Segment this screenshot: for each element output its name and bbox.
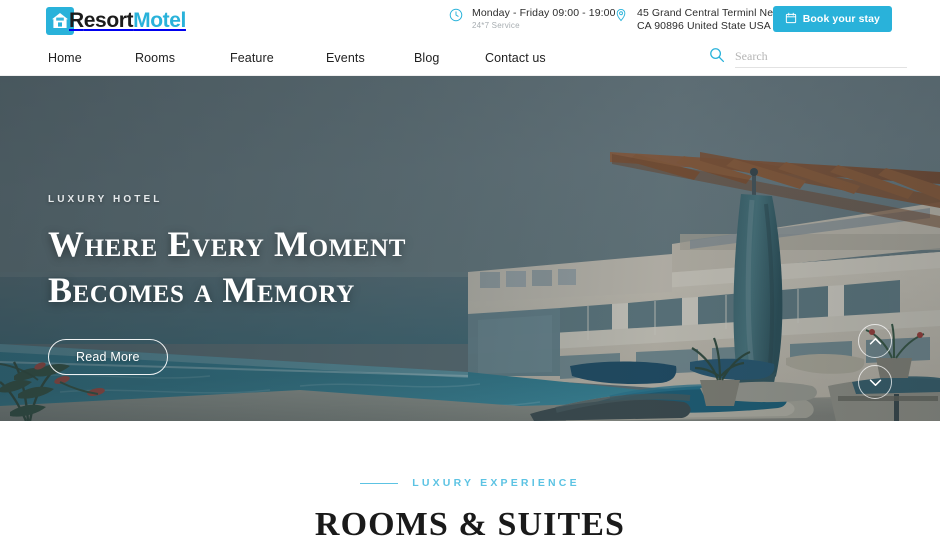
book-your-stay-button[interactable]: Book your stay (772, 6, 892, 32)
book-button-label: Book your stay (802, 13, 880, 25)
nav-item-feature[interactable]: Feature (230, 51, 326, 65)
read-more-button[interactable]: Read More (48, 339, 168, 375)
chevron-up-icon (869, 334, 882, 349)
nav-item-contact-us[interactable]: Contact us (485, 51, 546, 65)
search-icon[interactable] (709, 47, 725, 68)
top-header-bar: ResortMotel Monday - Friday 09:00 - 19:0… (0, 0, 940, 41)
clock-icon (449, 8, 463, 27)
section-title: ROOMS & SUITES (314, 506, 626, 537)
main-navigation: Home Rooms Feature Events Blog Contact u… (0, 41, 940, 76)
logo-text-motel: Motel (133, 8, 186, 32)
hero-title-line-2: Becomes a Memory (48, 270, 355, 310)
nav-item-blog[interactable]: Blog (414, 51, 485, 65)
nav-link-home[interactable]: Home (48, 51, 135, 65)
nav-item-rooms[interactable]: Rooms (135, 51, 230, 65)
logo-wordmark: ResortMotel (69, 9, 186, 33)
nav-link-rooms[interactable]: Rooms (135, 51, 230, 65)
service-note-text: 24*7 Service (472, 21, 520, 30)
calendar-icon (785, 12, 797, 27)
nav-link-feature[interactable]: Feature (230, 51, 326, 65)
hero-eyebrow: LUXURY HOTEL (48, 194, 163, 205)
hero-title-line-1: Where Every Moment (48, 224, 407, 264)
search-input[interactable] (735, 47, 907, 68)
location-pin-icon (614, 8, 628, 27)
chevron-down-icon (869, 375, 882, 390)
nav-link-contact-us[interactable]: Contact us (485, 51, 546, 65)
opening-hours-text: Monday - Friday 09:00 - 19:00 (472, 7, 616, 19)
search-area (709, 47, 907, 68)
rooms-suites-section: LUXURY EXPERIENCE ROOMS & SUITES (0, 421, 940, 537)
section-eyebrow: LUXURY EXPERIENCE (360, 477, 580, 489)
nav-link-blog[interactable]: Blog (414, 51, 485, 65)
site-logo[interactable]: ResortMotel (46, 6, 186, 35)
nav-item-home[interactable]: Home (48, 51, 135, 65)
hero-title: Where Every Moment Becomes a Memory (48, 221, 406, 313)
nav-link-events[interactable]: Events (326, 51, 414, 65)
hero-slider: LUXURY HOTEL Where Every Moment Becomes … (0, 76, 940, 421)
slider-next-button[interactable] (858, 365, 892, 399)
slider-prev-button[interactable] (858, 324, 892, 358)
logo-text-r: R (69, 8, 84, 32)
nav-item-events[interactable]: Events (326, 51, 414, 65)
hero-content: LUXURY HOTEL Where Every Moment Becomes … (48, 194, 406, 375)
logo-text-esort: esort (83, 8, 134, 32)
opening-hours-info: Monday - Friday 09:00 - 19:00 24*7 Servi… (449, 7, 616, 32)
